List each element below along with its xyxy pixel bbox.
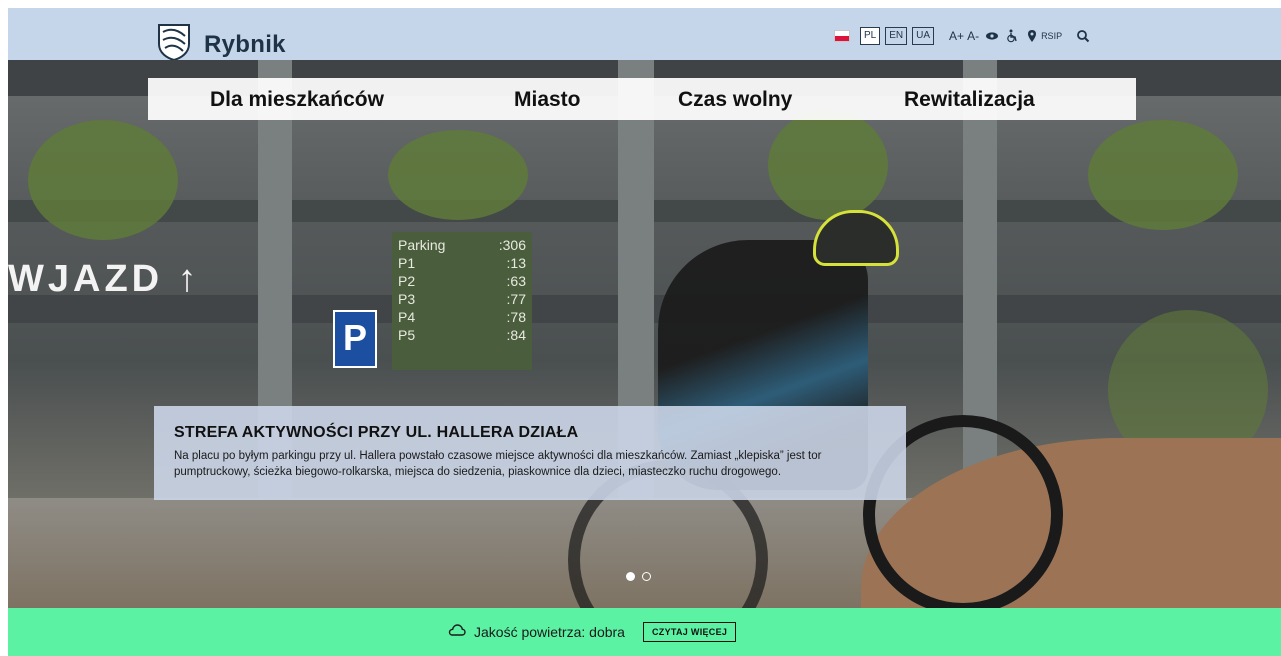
rsip-link[interactable]: RSIP xyxy=(1041,31,1062,41)
air-quality-status: Jakość powietrza: dobra xyxy=(474,624,625,640)
accessibility-icon[interactable] xyxy=(1005,29,1019,43)
parking-sign: P xyxy=(333,310,377,368)
poland-flag-icon[interactable] xyxy=(834,30,850,42)
nav-item-dla-mieszkancow[interactable]: Dla mieszkańców xyxy=(210,88,384,112)
lang-pl-button[interactable]: PL xyxy=(860,27,881,45)
parking-row: P5:84 xyxy=(398,327,526,343)
parking-display-board: Parking:306 P1:13 P2:63 P3:77 P4:78 P5:8… xyxy=(392,232,532,370)
read-more-button[interactable]: CZYTAJ WIĘCEJ xyxy=(642,622,737,642)
font-decrease-button[interactable]: A- xyxy=(967,29,979,43)
greenery xyxy=(768,110,888,220)
parking-row: P2:63 xyxy=(398,273,526,289)
greenery xyxy=(388,130,528,220)
slider-dots xyxy=(626,572,658,581)
nav-item-miasto[interactable]: Miasto xyxy=(514,88,581,112)
eye-icon[interactable] xyxy=(985,29,999,43)
header-tools: PL EN UA A+ A- RSIP xyxy=(834,26,1090,46)
nav-item-czas-wolny[interactable]: Czas wolny xyxy=(678,88,792,112)
hero-slider[interactable]: WJAZD ↑ Parking:306 P1:13 P2:63 P3:77 P4… xyxy=(8,60,1281,608)
location-pin-icon[interactable] xyxy=(1025,29,1039,43)
parking-row: P4:78 xyxy=(398,309,526,325)
parking-row: P3:77 xyxy=(398,291,526,307)
cloud-icon xyxy=(448,623,466,642)
greenery xyxy=(28,120,178,240)
air-quality-bar: Jakość powietrza: dobra CZYTAJ WIĘCEJ xyxy=(8,608,1281,656)
slider-dot-2[interactable] xyxy=(642,572,651,581)
font-increase-button[interactable]: A+ xyxy=(949,29,964,43)
nav-item-rewitalizacja[interactable]: Rewitalizacja xyxy=(904,88,1035,112)
slide-description: Na placu po byłym parkingu przy ul. Hall… xyxy=(174,450,822,478)
lang-en-button[interactable]: EN xyxy=(885,27,908,45)
parking-row: Parking:306 xyxy=(398,237,526,253)
greenery xyxy=(1088,120,1238,230)
slide-caption[interactable]: STREFA AKTYWNOŚCI PRZY UL. HALLERA DZIAŁ… xyxy=(154,406,906,500)
search-icon[interactable] xyxy=(1076,29,1090,43)
site-name: Rybnik xyxy=(204,30,286,58)
wjazd-sign: WJAZD ↑ xyxy=(8,258,201,300)
lang-ua-button[interactable]: UA xyxy=(912,27,935,45)
slider-dot-1[interactable] xyxy=(626,572,635,581)
main-nav: Dla mieszkańców Miasto Czas wolny Rewita… xyxy=(148,78,1136,120)
top-header: Rybnik PL EN UA A+ A- RSIP xyxy=(8,8,1281,62)
slide-title[interactable]: STREFA AKTYWNOŚCI PRZY UL. HALLERA DZIAŁ… xyxy=(174,424,888,442)
parking-row: P1:13 xyxy=(398,255,526,271)
